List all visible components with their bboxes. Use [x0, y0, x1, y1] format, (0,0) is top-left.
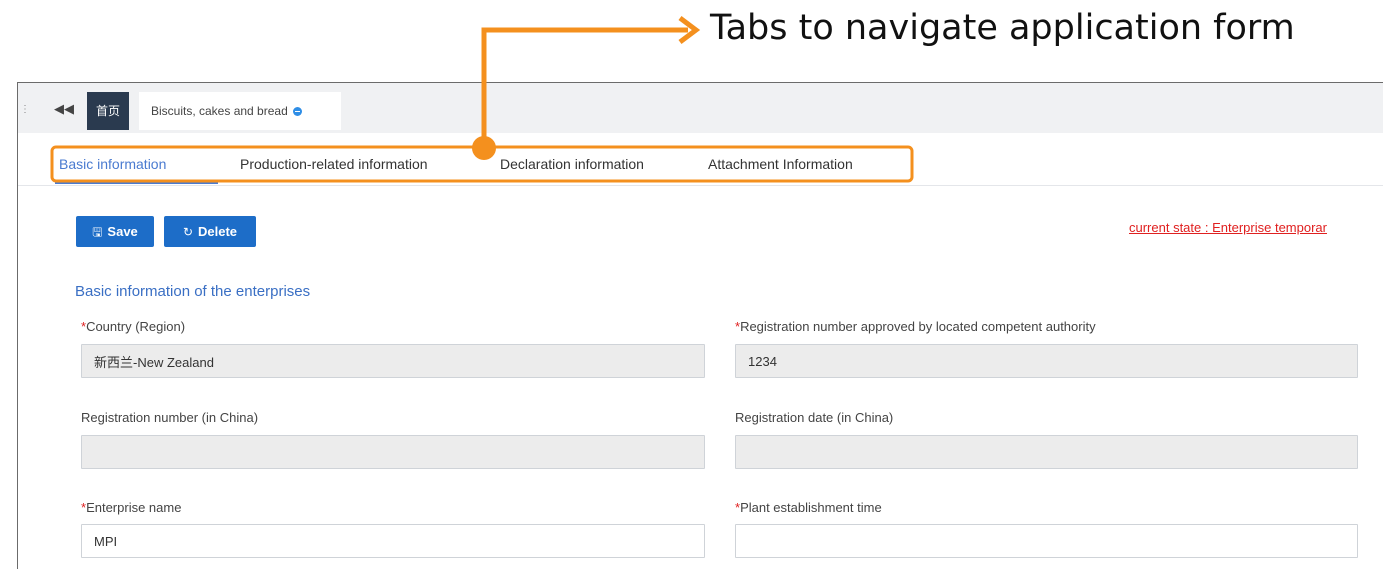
tab-strip: ⋮ ◀◀ 首页 Biscuits, cakes and bread: [18, 83, 1383, 133]
enterprise-name-label: *Enterprise name: [81, 500, 182, 515]
callout-label: Tabs to navigate application form: [710, 8, 1295, 48]
tab-production-information[interactable]: Production-related information: [240, 156, 428, 172]
tab-declaration-information[interactable]: Declaration information: [500, 156, 644, 172]
tab-home[interactable]: 首页: [87, 92, 129, 130]
tab-document[interactable]: Biscuits, cakes and bread: [139, 92, 341, 130]
delete-button[interactable]: ↻ Delete: [164, 216, 256, 247]
tab-attachment-information[interactable]: Attachment Information: [708, 156, 853, 172]
save-button[interactable]: 🖫 Save: [76, 216, 154, 247]
registration-number-china-field[interactable]: [81, 435, 705, 469]
tab-scroll-left-icon[interactable]: ◀◀: [54, 101, 74, 117]
app-window: ⋮ ◀◀ 首页 Biscuits, cakes and bread Basic …: [17, 82, 1383, 569]
registration-date-china-field[interactable]: [735, 435, 1358, 469]
registration-number-local-field[interactable]: [735, 344, 1358, 378]
refresh-icon: ↻: [182, 225, 194, 239]
form-tabs: Basic information Production-related inf…: [18, 133, 1383, 186]
close-tab-icon[interactable]: [292, 107, 302, 116]
active-tab-indicator: [55, 182, 218, 184]
country-field[interactable]: [81, 344, 705, 378]
delete-button-label: Delete: [198, 224, 238, 239]
save-icon: 🖫: [92, 225, 103, 239]
country-label: *Country (Region): [81, 319, 186, 334]
plant-establishment-time-label: *Plant establishment time: [735, 500, 882, 515]
section-title: Basic information of the enterprises: [75, 283, 311, 300]
registration-date-china-label: Registration date (in China): [735, 410, 894, 425]
plant-establishment-time-field[interactable]: [735, 524, 1358, 558]
registration-number-china-label: Registration number (in China): [81, 410, 259, 425]
tab-document-label: Biscuits, cakes and bread: [151, 104, 288, 118]
enterprise-name-field[interactable]: [81, 524, 705, 558]
registration-number-local-label: *Registration number approved by located…: [735, 319, 1096, 334]
tab-basic-information[interactable]: Basic information: [59, 156, 166, 172]
menu-handle-icon[interactable]: ⋮: [20, 105, 30, 115]
current-state-link[interactable]: current state : Enterprise temporar: [1129, 220, 1327, 235]
save-button-label: Save: [107, 224, 138, 239]
